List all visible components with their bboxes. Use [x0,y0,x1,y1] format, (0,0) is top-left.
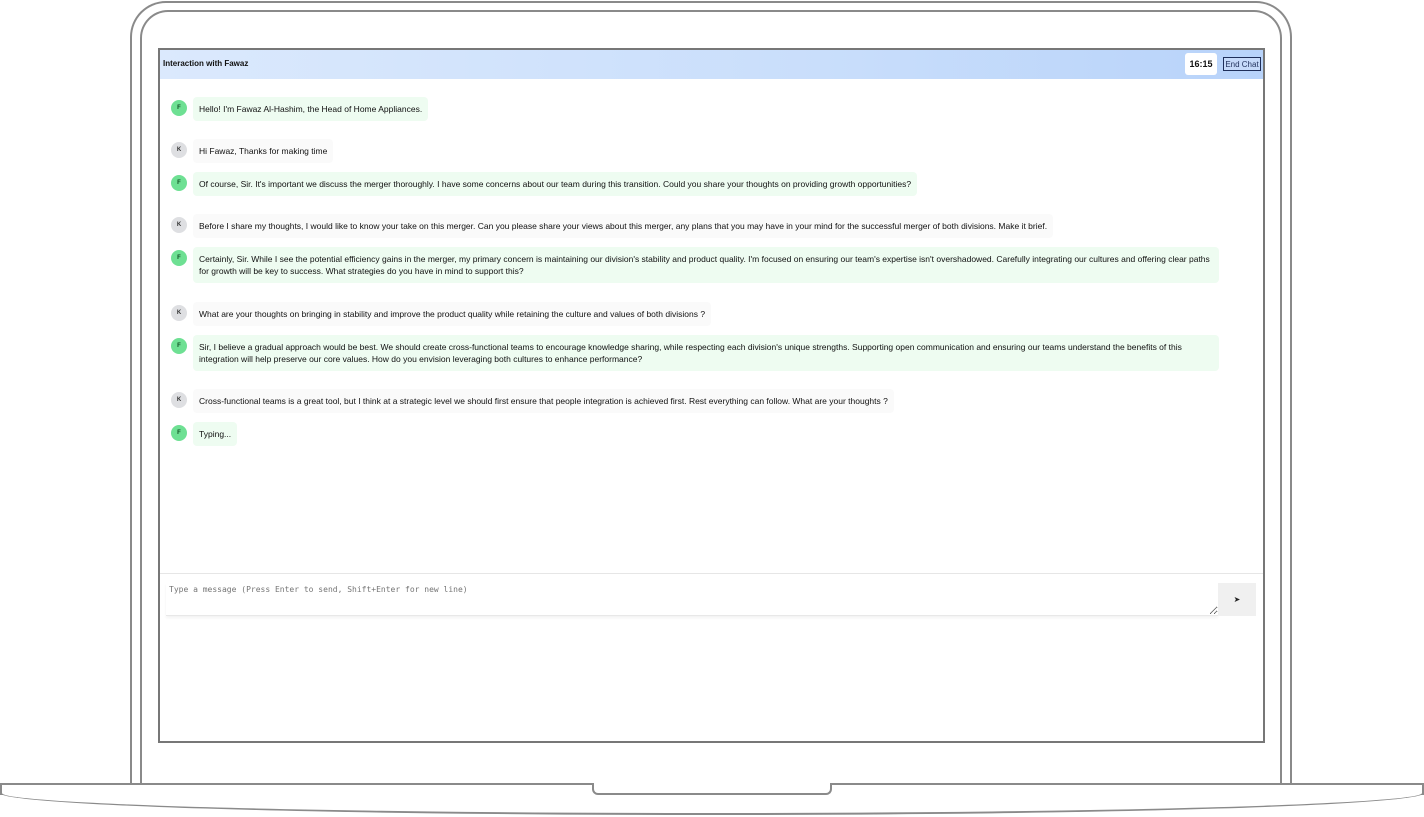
message-bubble: Certainly, Sir. While I see the potentia… [193,247,1219,283]
avatar: K [171,392,187,408]
message-bubble: Hi Fawaz, Thanks for making time [193,139,334,163]
message-composer: ➤ [160,573,1263,741]
message-bubble: Of course, Sir. It's important we discus… [193,172,918,196]
send-button[interactable]: ➤ [1218,583,1256,616]
laptop-notch [592,783,832,795]
chat-title: Interaction with Fawaz [163,59,249,68]
avatar: F [171,425,187,441]
laptop-frame: Interaction with Fawaz 16:15 End Chat F … [0,0,1424,817]
session-timer: 16:15 [1185,53,1217,75]
avatar: K [171,142,187,158]
message-bubble: Sir, I believe a gradual approach would … [193,335,1219,371]
end-chat-button[interactable]: End Chat [1223,57,1261,71]
message-bubble: Cross-functional teams is a great tool, … [193,389,894,413]
avatar: F [171,338,187,354]
message-list: F Hello! I'm Fawaz Al-Hashim, the Head o… [160,79,1263,573]
avatar: K [171,217,187,233]
laptop-base-bottom [0,793,1424,815]
chat-window: Interaction with Fawaz 16:15 End Chat F … [158,48,1265,743]
chat-header: Interaction with Fawaz 16:15 End Chat [160,50,1263,79]
typing-indicator: Typing... [193,422,238,446]
message-bubble: What are your thoughts on bringing in st… [193,302,712,326]
avatar: F [171,100,187,116]
message-bubble: Hello! I'm Fawaz Al-Hashim, the Head of … [193,97,429,121]
avatar: F [171,175,187,191]
avatar: F [171,250,187,266]
message-bubble: Before I share my thoughts, I would like… [193,214,1054,238]
send-arrow-icon: ➤ [1233,595,1241,604]
avatar: K [171,305,187,321]
message-input[interactable] [166,583,1218,616]
